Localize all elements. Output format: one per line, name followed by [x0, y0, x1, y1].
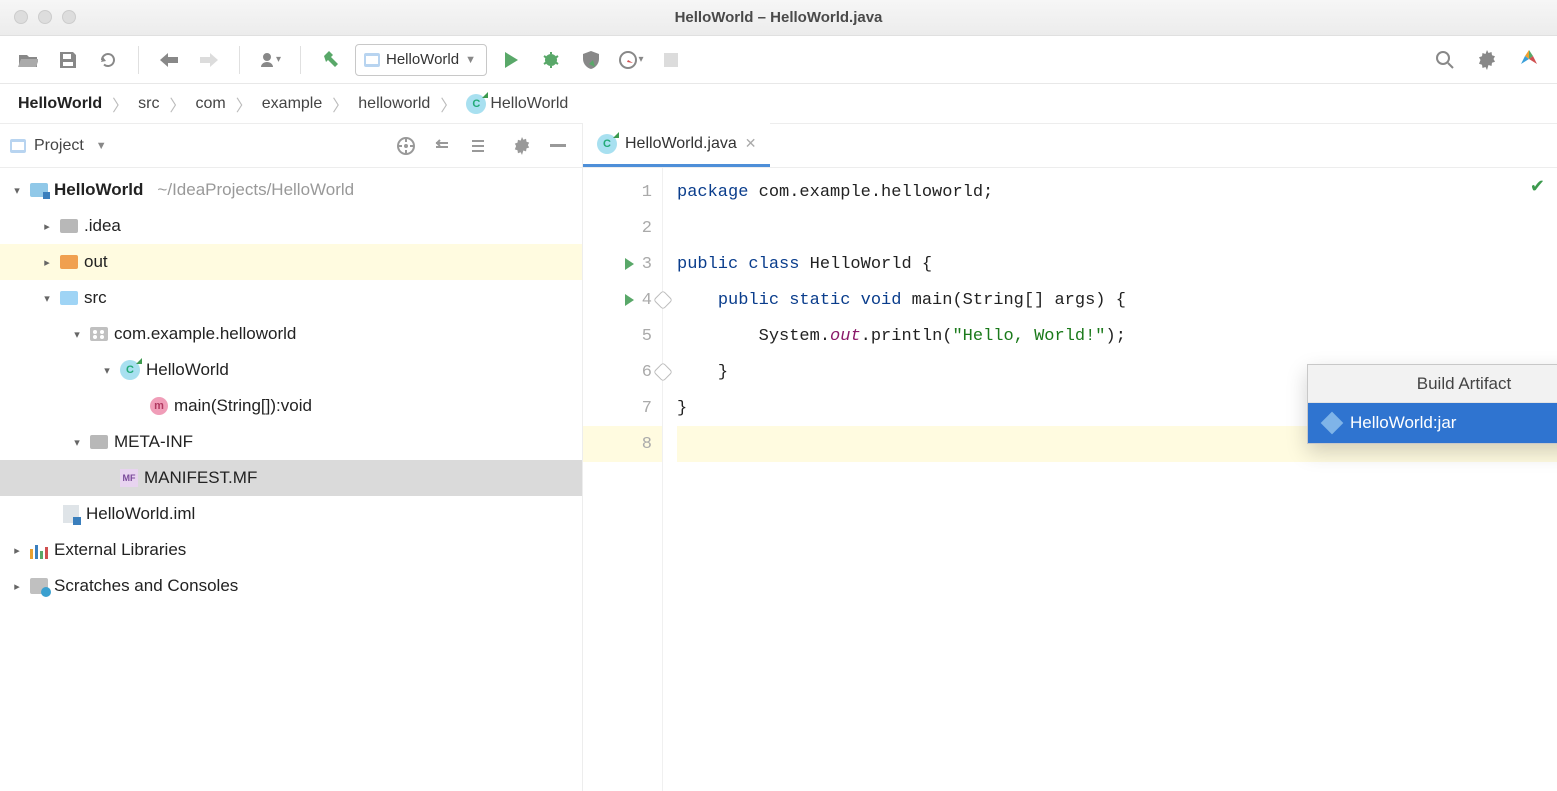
stop-icon [655, 44, 687, 76]
build-artifact-popup: Build Artifact HelloWorld:jar ▶ [1307, 364, 1557, 444]
breadcrumb-part[interactable]: src [138, 95, 159, 113]
search-everywhere-icon[interactable] [1429, 44, 1461, 76]
close-window-button[interactable] [14, 10, 28, 24]
tree-src-folder[interactable]: ▾ src [0, 280, 582, 316]
method-icon: m [150, 397, 168, 415]
class-icon: C [597, 134, 617, 154]
breadcrumb-part[interactable]: example [262, 95, 322, 113]
code-editor[interactable]: 1 2 3 4 5 6 7 8 package com.example.hell… [583, 168, 1557, 791]
manifest-icon: MF [120, 469, 138, 487]
save-all-icon[interactable] [52, 44, 84, 76]
zoom-window-button[interactable] [62, 10, 76, 24]
tree-external-libraries[interactable]: ▸ External Libraries [0, 532, 582, 568]
refresh-icon[interactable] [92, 44, 124, 76]
forward-icon[interactable] [193, 44, 225, 76]
breadcrumb-part[interactable]: helloworld [358, 95, 430, 113]
popup-title: Build Artifact [1308, 365, 1557, 403]
jar-icon [1321, 412, 1344, 435]
tree-class[interactable]: ▾C HelloWorld [0, 352, 582, 388]
collapse-all-icon[interactable] [464, 132, 492, 160]
tree-iml-file[interactable]: HelloWorld.iml [0, 496, 582, 532]
coverage-icon[interactable] [575, 44, 607, 76]
project-tree[interactable]: ▾ HelloWorld ~/IdeaProjects/HelloWorld ▸… [0, 168, 582, 791]
class-icon: C [120, 360, 140, 380]
hide-panel-icon[interactable] [544, 132, 572, 160]
window-traffic-lights[interactable] [14, 10, 76, 24]
open-icon[interactable] [12, 44, 44, 76]
vcs-icon[interactable]: ▾ [254, 44, 286, 76]
run-config-label: HelloWorld [386, 51, 459, 68]
run-gutter-icon[interactable] [625, 258, 634, 270]
main-toolbar: ▾ HelloWorld ▼ ▾ [0, 36, 1557, 84]
tree-idea-folder[interactable]: ▸ .idea [0, 208, 582, 244]
expand-all-icon[interactable] [428, 132, 456, 160]
tree-scratches[interactable]: ▸ Scratches and Consoles [0, 568, 582, 604]
breadcrumb-root[interactable]: HelloWorld [18, 95, 102, 113]
run-gutter-icon[interactable] [625, 294, 634, 306]
editor-gutter[interactable]: 1 2 3 4 5 6 7 8 [583, 168, 663, 791]
close-tab-icon[interactable]: ✕ [745, 135, 757, 152]
minimize-window-button[interactable] [38, 10, 52, 24]
tab-label: HelloWorld.java [625, 135, 737, 153]
gear-icon[interactable] [508, 132, 536, 160]
breadcrumb-class[interactable]: HelloWorld [490, 95, 568, 113]
tree-method[interactable]: m main(String[]):void [0, 388, 582, 424]
build-icon[interactable] [315, 44, 347, 76]
editor-area: C HelloWorld.java ✕ 1 2 3 4 5 6 7 8 pack… [583, 124, 1557, 791]
chevron-down-icon: ▼ [465, 54, 476, 66]
tree-package[interactable]: ▾ com.example.helloworld [0, 316, 582, 352]
editor-tab[interactable]: C HelloWorld.java ✕ [583, 123, 770, 167]
class-icon: C [466, 94, 486, 114]
back-icon[interactable] [153, 44, 185, 76]
settings-icon[interactable] [1471, 44, 1503, 76]
debug-icon[interactable] [535, 44, 567, 76]
tree-metainf-folder[interactable]: ▾ META-INF [0, 424, 582, 460]
breadcrumb-part[interactable]: com [196, 95, 226, 113]
project-panel-title[interactable]: Project [34, 137, 84, 155]
editor-tabs: C HelloWorld.java ✕ [583, 124, 1557, 168]
project-view-icon [10, 139, 26, 153]
chevron-down-icon[interactable]: ▼ [96, 140, 107, 152]
window-title: HelloWorld – HelloWorld.java [675, 9, 883, 26]
project-tool-window: Project ▼ ▾ HelloWorld ~/IdeaProjects/He… [0, 124, 583, 791]
tree-root-module[interactable]: ▾ HelloWorld ~/IdeaProjects/HelloWorld [0, 172, 582, 208]
run-icon[interactable] [495, 44, 527, 76]
run-configuration-selector[interactable]: HelloWorld ▼ [355, 44, 487, 76]
tree-manifest-file[interactable]: MF MANIFEST.MF [0, 460, 582, 496]
code-content[interactable]: package com.example.helloworld; public c… [663, 168, 1557, 791]
artifact-menu-item[interactable]: HelloWorld:jar ▶ [1308, 403, 1557, 443]
navigation-breadcrumb[interactable]: HelloWorld 〉 src 〉 com 〉 example 〉 hello… [0, 84, 1557, 124]
profile-icon[interactable]: ▾ [615, 44, 647, 76]
select-opened-file-icon[interactable] [392, 132, 420, 160]
project-panel-header: Project ▼ [0, 124, 582, 168]
jetbrains-icon[interactable] [1513, 44, 1545, 76]
tree-out-folder[interactable]: ▸ out [0, 244, 582, 280]
window-titlebar: HelloWorld – HelloWorld.java [0, 0, 1557, 36]
inspection-ok-icon[interactable]: ✔ [1530, 176, 1545, 198]
